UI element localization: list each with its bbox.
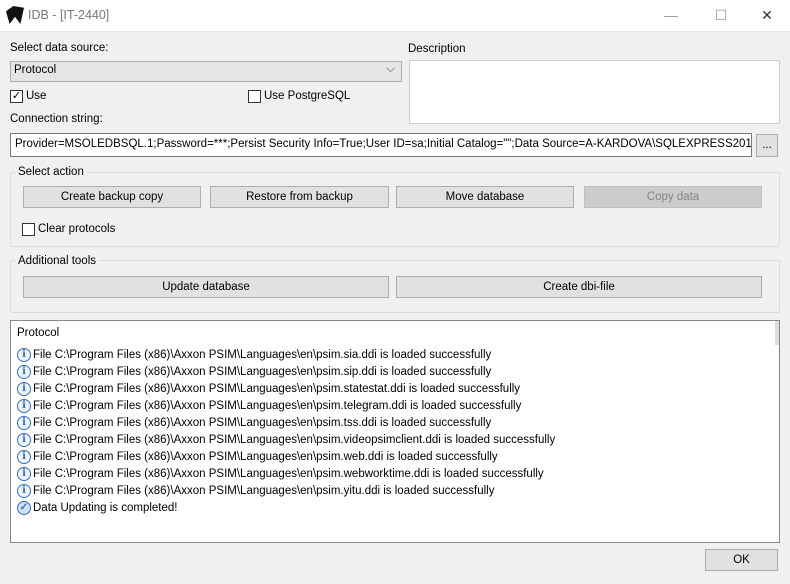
additional-tools-label: Additional tools <box>15 255 99 267</box>
log-line: i File C:\Program Files (x86)\Axxon PSIM\… <box>17 414 491 431</box>
use-postgresql-checkbox[interactable] <box>248 90 261 103</box>
move-database-button[interactable]: Move database <box>396 186 574 208</box>
chevron-down-icon: ⌵ <box>386 63 395 75</box>
app-icon <box>6 6 24 24</box>
clear-protocols-checkbox[interactable] <box>22 223 35 236</box>
protocol-label: Protocol <box>17 327 60 339</box>
create-dbi-file-button[interactable]: Create dbi-file <box>396 276 762 298</box>
log-line-text: File C:\Program Files (x86)\Axxon PSIM\L… <box>33 450 498 463</box>
info-icon: i <box>17 483 31 498</box>
log-line-text: File C:\Program Files (x86)\Axxon PSIM\L… <box>33 365 492 378</box>
copy-data-button[interactable]: Copy data <box>584 186 762 208</box>
log-line-text: File C:\Program Files (x86)\Axxon PSIM\L… <box>33 416 492 429</box>
info-icon: i <box>17 347 31 362</box>
use-checkbox[interactable]: ✓ <box>10 90 23 103</box>
protocol-scrollbar[interactable] <box>775 321 779 345</box>
use-label: Use <box>26 90 47 102</box>
log-line: i File C:\Program Files (x86)\Axxon PSIM\… <box>17 346 491 363</box>
select-action-label: Select action <box>15 166 87 178</box>
log-line-text: Data Updating is completed! <box>33 501 178 514</box>
create-backup-button[interactable]: Create backup copy <box>23 186 201 208</box>
restore-backup-button[interactable]: Restore from backup <box>210 186 389 208</box>
browse-connection-button[interactable]: ... <box>756 134 778 157</box>
close-button[interactable]: ✕ <box>744 0 790 32</box>
select-action-group <box>10 172 780 247</box>
minimize-button[interactable]: — <box>648 0 694 32</box>
info-icon: i <box>17 415 31 430</box>
use-postgresql-label: Use PostgreSQL <box>264 90 351 102</box>
info-icon: i <box>17 364 31 379</box>
log-line-text: File C:\Program Files (x86)\Axxon PSIM\L… <box>33 467 544 480</box>
info-icon: i <box>17 466 31 481</box>
description-field[interactable] <box>409 60 780 124</box>
log-line-text: File C:\Program Files (x86)\Axxon PSIM\L… <box>33 484 495 497</box>
log-line: i File C:\Program Files (x86)\Axxon PSIM\… <box>17 397 521 414</box>
info-icon: i <box>17 432 31 447</box>
log-line: i File C:\Program Files (x86)\Axxon PSIM\… <box>17 431 555 448</box>
protocol-log[interactable]: Protocol i File C:\Program Files (x86)\Ax… <box>10 320 780 543</box>
info-icon: i <box>17 381 31 396</box>
connection-string-input[interactable]: Provider=MSOLEDBSQL.1;Password=***;Persi… <box>10 133 752 157</box>
window-title: IDB - [IT-2440] <box>28 8 110 22</box>
info-icon: i <box>17 449 31 464</box>
data-source-value: Protocol <box>14 64 57 76</box>
log-line-text: File C:\Program Files (x86)\Axxon PSIM\L… <box>33 348 492 361</box>
log-line-text: File C:\Program Files (x86)\Axxon PSIM\L… <box>33 382 521 395</box>
log-line-text: File C:\Program Files (x86)\Axxon PSIM\L… <box>33 433 556 446</box>
info-icon: i <box>17 398 31 413</box>
log-line-text: File C:\Program Files (x86)\Axxon PSIM\L… <box>33 399 522 412</box>
data-source-select[interactable]: Protocol ⌵ <box>10 61 402 82</box>
maximize-button[interactable]: ☐ <box>698 0 744 32</box>
log-line: i File C:\Program Files (x86)\Axxon PSIM\… <box>17 465 544 482</box>
connection-string-label: Connection string: <box>10 113 103 125</box>
description-label: Description <box>408 43 466 55</box>
success-check-icon: ✓ <box>17 500 31 515</box>
clear-protocols-label: Clear protocols <box>38 223 116 235</box>
title-bar: IDB - [IT-2440] — ☐ ✕ <box>0 0 790 32</box>
log-line: i File C:\Program Files (x86)\Axxon PSIM\… <box>17 482 494 499</box>
log-line: i File C:\Program Files (x86)\Axxon PSIM\… <box>17 363 491 380</box>
ok-button[interactable]: OK <box>705 549 778 571</box>
log-line: i File C:\Program Files (x86)\Axxon PSIM\… <box>17 380 520 397</box>
data-source-label: Select data source: <box>10 42 109 54</box>
update-database-button[interactable]: Update database <box>23 276 389 298</box>
log-line: i File C:\Program Files (x86)\Axxon PSIM\… <box>17 448 498 465</box>
log-line: ✓ Data Updating is completed! <box>17 499 177 516</box>
